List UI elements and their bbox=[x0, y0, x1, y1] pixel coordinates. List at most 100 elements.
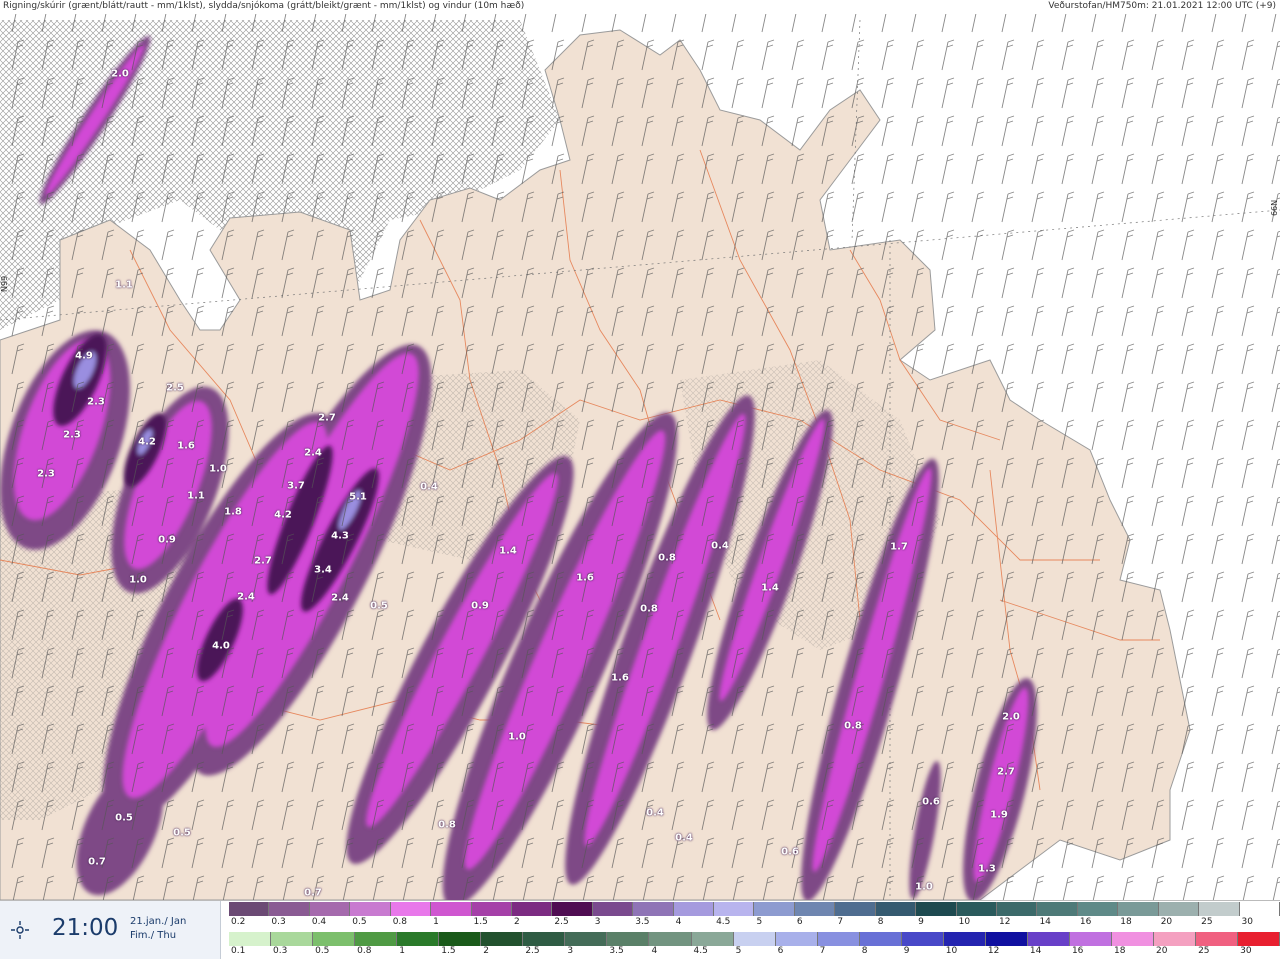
scale-swatch bbox=[859, 932, 902, 946]
forecast-time: 21:00 bbox=[52, 915, 119, 941]
scale-swatch bbox=[691, 932, 734, 946]
scale-label: 2 bbox=[513, 917, 520, 927]
scale-swatch bbox=[633, 902, 674, 916]
precip-value-label: 0.8 bbox=[658, 552, 676, 564]
precip-value-label: 2.4 bbox=[237, 591, 255, 603]
precip-value-label: 0.6 bbox=[781, 846, 799, 858]
scale-label: 20 bbox=[1160, 917, 1173, 927]
scale-label: 1 bbox=[399, 946, 405, 956]
scale-swatch bbox=[649, 932, 692, 946]
scale-swatch bbox=[754, 902, 795, 916]
scale-label: 0.3 bbox=[273, 946, 288, 956]
scale-swatch bbox=[1196, 932, 1239, 946]
scale-swatch bbox=[956, 902, 998, 916]
scale-label: 0.8 bbox=[357, 946, 372, 956]
scale-swatch bbox=[355, 932, 398, 946]
scale-swatch bbox=[775, 932, 818, 946]
scale-label: 1.5 bbox=[473, 917, 488, 927]
precip-value-label: 0.4 bbox=[646, 807, 664, 819]
scale-swatch bbox=[1238, 932, 1280, 946]
scale-label: 0.8 bbox=[392, 917, 408, 927]
scale-label: 5 bbox=[756, 917, 763, 927]
precip-value-label: 0.9 bbox=[158, 534, 176, 546]
precip-value-label: 3.7 bbox=[287, 480, 305, 492]
scale-label: 5 bbox=[735, 946, 742, 956]
precip-value-label: 1.1 bbox=[187, 490, 205, 502]
precip-value-label: 1.1 bbox=[115, 279, 133, 291]
scale-label: 25 bbox=[1198, 946, 1210, 956]
precip-value-label: 0.9 bbox=[471, 600, 489, 612]
scale-swatch bbox=[431, 902, 472, 916]
scale-swatch bbox=[733, 932, 776, 946]
scale-label: 2 bbox=[483, 946, 490, 956]
precip-value-label: 1.6 bbox=[576, 572, 594, 584]
scale-label: 7 bbox=[819, 946, 826, 956]
scale-swatch bbox=[1069, 932, 1112, 946]
clock-sun-icon bbox=[11, 921, 29, 939]
scale-swatch bbox=[269, 902, 310, 916]
scale-label: 0.4 bbox=[311, 917, 327, 927]
scale-swatch bbox=[1158, 902, 1200, 916]
scale-label: 30 bbox=[1241, 917, 1253, 927]
scale-label: 18 bbox=[1120, 917, 1132, 927]
scale-label: 1.5 bbox=[441, 946, 456, 956]
scale-label: 10 bbox=[945, 946, 958, 956]
scale-swatch bbox=[1077, 902, 1119, 916]
precip-value-label: 2.4 bbox=[304, 447, 322, 459]
precip-value-label: 0.5 bbox=[173, 827, 191, 839]
forecast-date: 21.jan./ Jan bbox=[130, 916, 187, 927]
precip-value-label: 0.8 bbox=[438, 819, 456, 831]
precip-value-label: 2.3 bbox=[63, 429, 81, 441]
scale-swatch bbox=[817, 932, 860, 946]
precip-value-label: 4.3 bbox=[331, 530, 349, 542]
scale-swatch bbox=[1027, 932, 1070, 946]
precip-value-label: 1.4 bbox=[499, 545, 517, 557]
scale-swatch bbox=[229, 932, 272, 946]
scale-label: 0.5 bbox=[315, 946, 330, 956]
scale-swatch bbox=[943, 932, 986, 946]
precip-value-label: 4.2 bbox=[274, 509, 292, 521]
scale-label: 8 bbox=[861, 946, 868, 956]
scale-swatch bbox=[1111, 932, 1155, 946]
scale-swatch bbox=[592, 902, 634, 916]
precip-value-label: 1.8 bbox=[224, 506, 242, 518]
time-panel[interactable]: 21:00 21.jan./ Jan Fim./ Thu bbox=[0, 901, 221, 959]
scale-label: 0.2 bbox=[231, 917, 246, 927]
snow-color-scale bbox=[229, 902, 1280, 916]
precip-value-label: 1.6 bbox=[177, 440, 195, 452]
scale-label: 3.5 bbox=[609, 946, 624, 956]
scale-label: 16 bbox=[1079, 917, 1092, 927]
scale-label: 3.5 bbox=[635, 917, 650, 927]
scale-swatch bbox=[309, 902, 351, 916]
precip-value-label: 2.7 bbox=[997, 766, 1015, 778]
scale-swatch bbox=[271, 932, 314, 946]
precip-value-label: 4.9 bbox=[75, 350, 93, 362]
precip-value-label: 0.4 bbox=[675, 832, 693, 844]
scale-swatch bbox=[523, 932, 566, 946]
scale-label: 25 bbox=[1201, 917, 1213, 927]
scale-label: 9 bbox=[903, 946, 910, 956]
scale-label: 1 bbox=[433, 917, 439, 927]
scale-swatch bbox=[439, 932, 482, 946]
scale-label: 0.5 bbox=[352, 917, 367, 927]
precip-value-label: 0.7 bbox=[304, 887, 322, 899]
scale-label: 7 bbox=[837, 917, 844, 927]
precip-value-label: 2.7 bbox=[318, 412, 336, 424]
precip-value-label: 0.6 bbox=[922, 796, 940, 808]
scale-swatch bbox=[1199, 902, 1240, 916]
scale-label: 20 bbox=[1156, 946, 1168, 956]
scale-swatch bbox=[552, 902, 593, 916]
scale-swatch bbox=[1239, 902, 1280, 916]
scale-label: 30 bbox=[1240, 946, 1252, 956]
precip-value-label: 1.9 bbox=[990, 809, 1008, 821]
scale-swatch bbox=[607, 932, 650, 946]
forecast-weekday: Fim./ Thu bbox=[130, 930, 177, 941]
scale-swatch bbox=[985, 932, 1028, 946]
scale-label: 12 bbox=[999, 917, 1011, 927]
map-header-description: Rigning/skúrir (grænt/blátt/rautt - mm/1… bbox=[3, 1, 525, 11]
scale-swatch bbox=[481, 932, 524, 946]
gridline-label-left: N99 bbox=[0, 275, 9, 292]
scale-label: 10 bbox=[958, 917, 971, 927]
precip-value-label: 1.0 bbox=[209, 463, 227, 475]
scale-swatch bbox=[714, 902, 755, 916]
